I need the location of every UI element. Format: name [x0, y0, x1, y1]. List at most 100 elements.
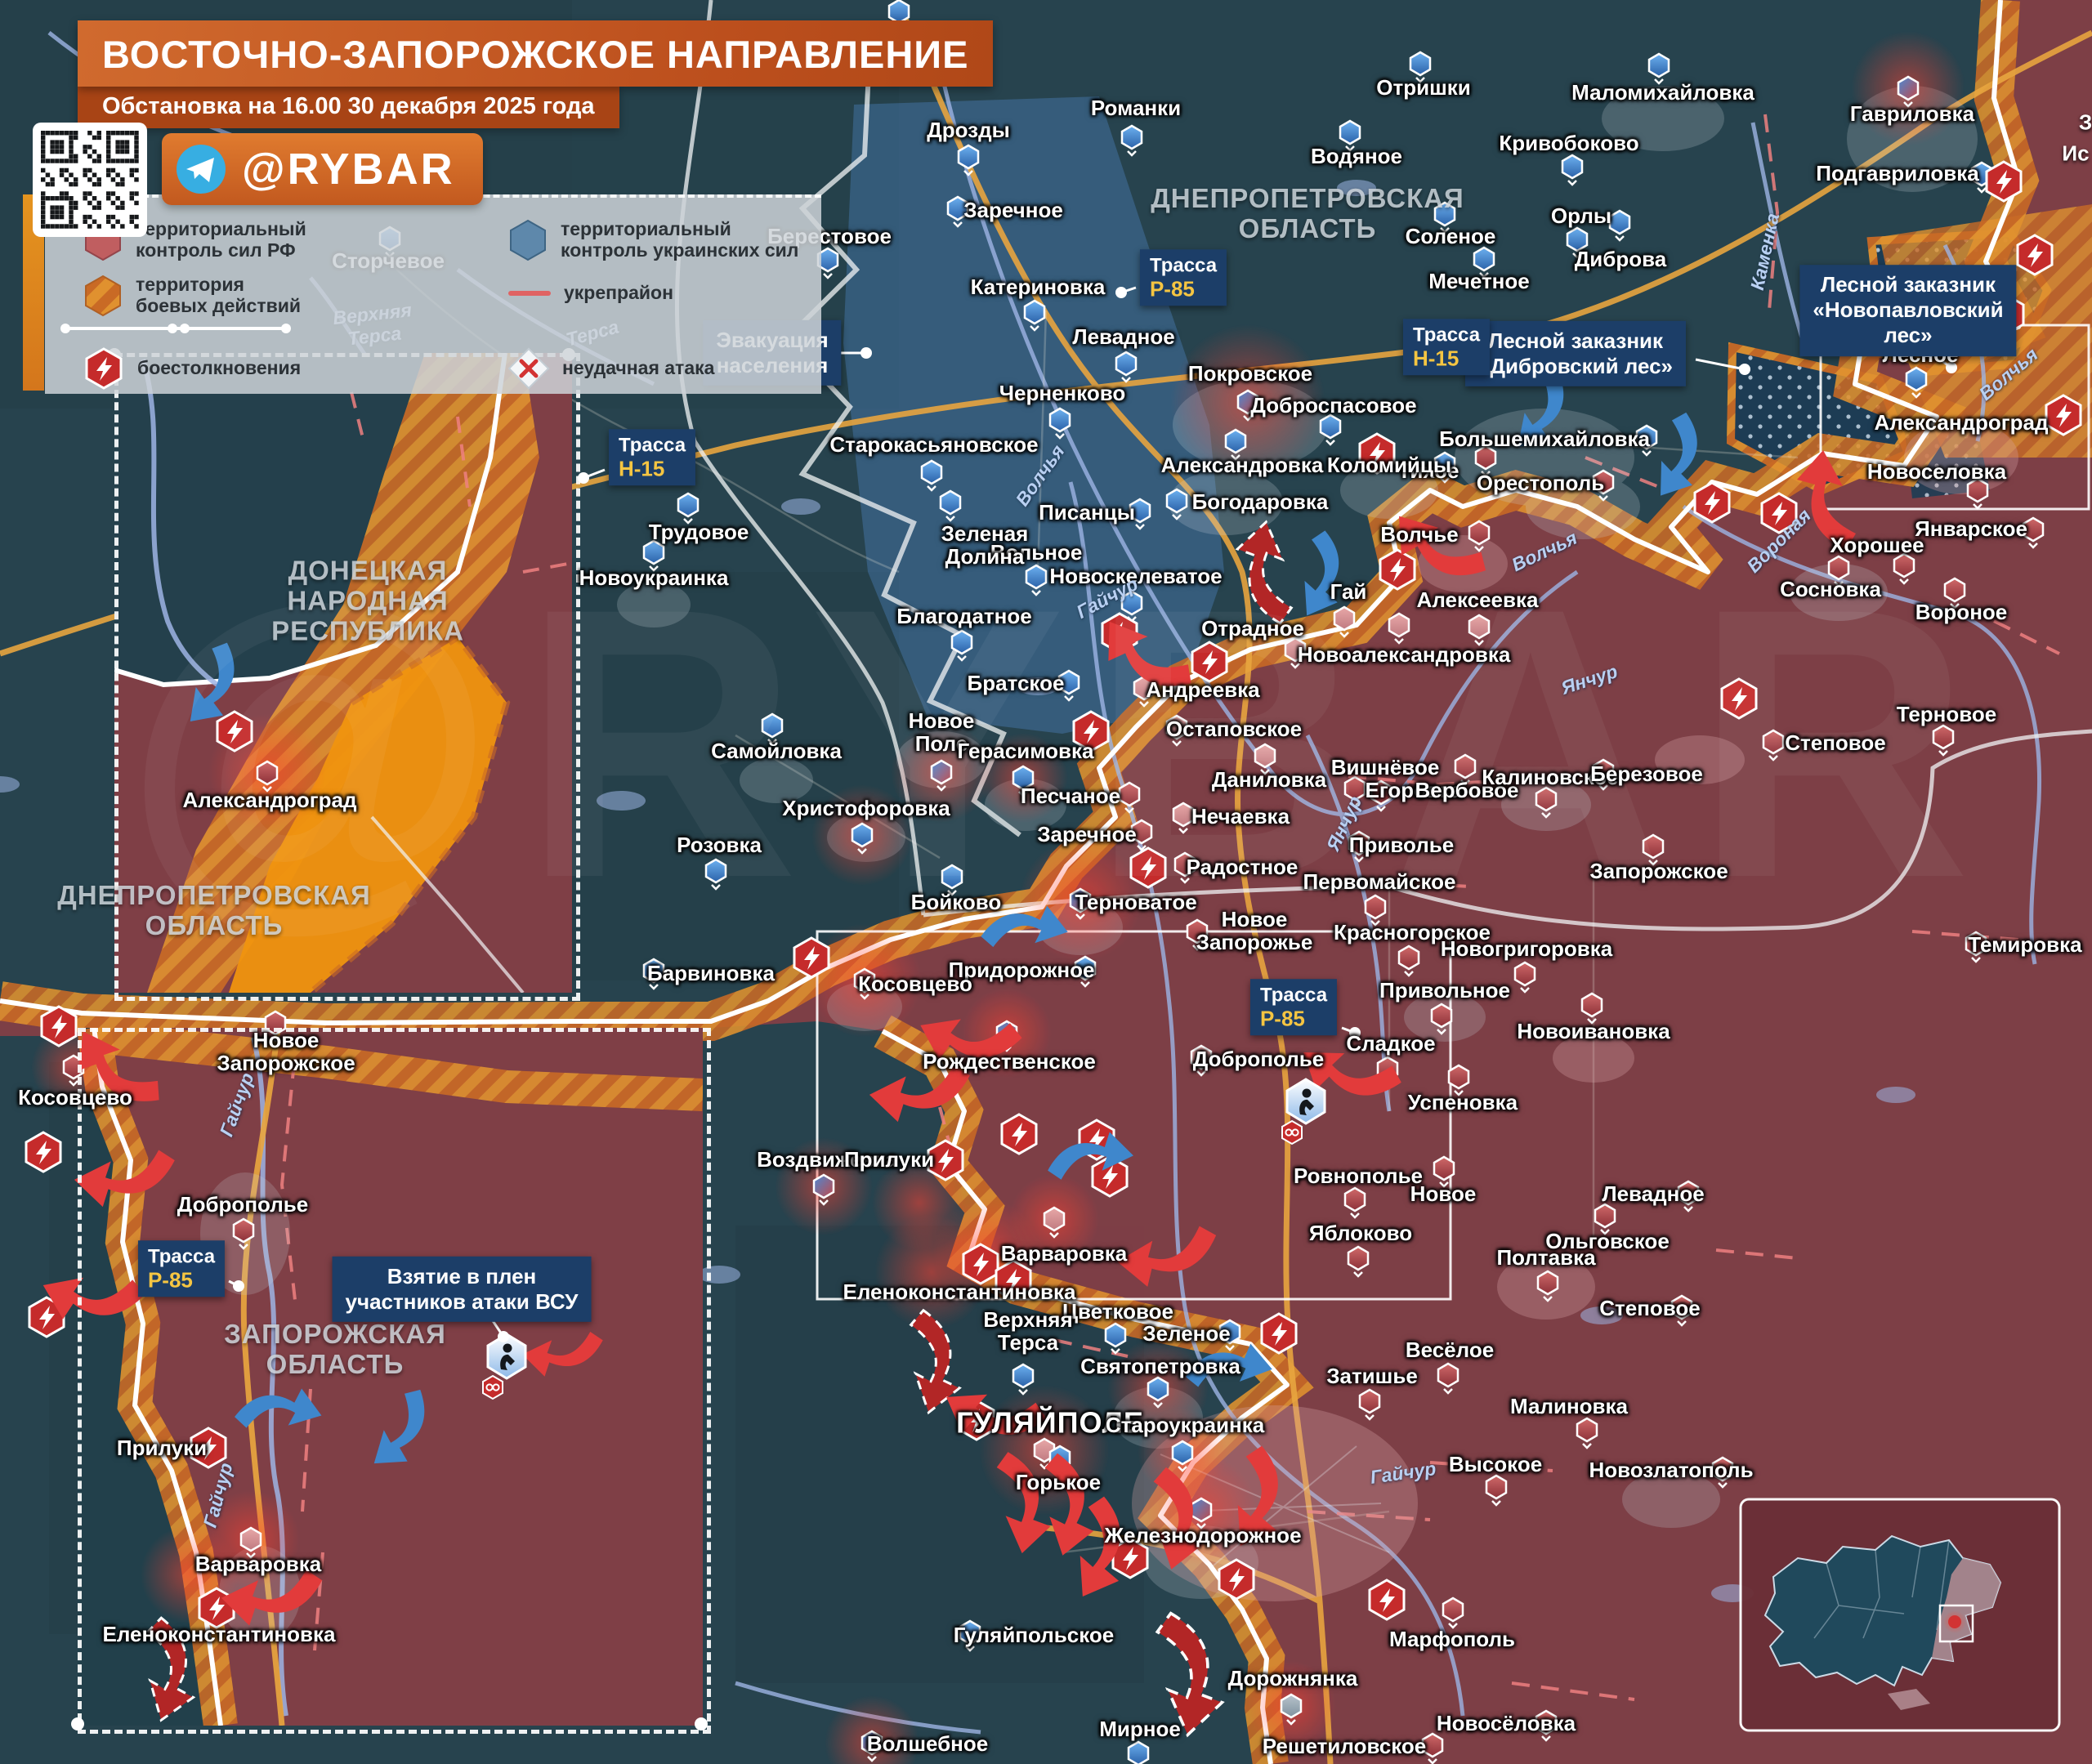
settlement-label: Запорожское	[1589, 860, 1728, 883]
settlement-label: Варваровка	[195, 1553, 321, 1576]
settlement-label: Яблоково	[1309, 1222, 1412, 1245]
settlement-label: Темировка	[1968, 934, 2081, 957]
settlement-label: Новоселовка	[1867, 461, 2006, 484]
settlement-label: Косовцево	[858, 973, 972, 996]
settlement-label: Трудовое	[649, 521, 749, 544]
settlement-label: Отрадное	[1201, 618, 1304, 641]
road-badge: ТрассаР-85	[1140, 249, 1227, 306]
settlement-label: Даниловка	[1212, 769, 1326, 792]
red-line-icon	[507, 288, 552, 299]
settlement-label: Варваровка	[1001, 1243, 1127, 1266]
settlement-label: Зеленая Долина	[941, 523, 1029, 569]
settlement-label: Сладкое	[1346, 1033, 1435, 1056]
settlement-label: Январское	[1915, 518, 2027, 541]
settlement-label: Герасимовка	[958, 740, 1094, 763]
settlement-label: Водяное	[1311, 145, 1402, 168]
settlement-label: Малиновка	[1510, 1396, 1628, 1418]
settlement-label: Богодаровка	[1192, 491, 1329, 514]
qr-code	[33, 123, 147, 237]
road-badge-word: Трасса	[1413, 324, 1480, 346]
region-label: ДНЕПРОПЕТРОВСКАЯ ОБЛАСТЬ	[57, 881, 371, 941]
legend-label: территориальный контроль сил РФ	[136, 219, 306, 261]
settlement-label: Цветковое	[1062, 1301, 1173, 1324]
clipped-label-fragment: Ис	[2062, 141, 2089, 167]
road-badge-word: Трасса	[619, 434, 686, 457]
clipped-label-fragment: З	[2079, 110, 2092, 136]
settlement-label: Новоивановка	[1517, 1020, 1670, 1043]
river-label: Волчья	[1509, 527, 1580, 576]
settlement-label: Успеновка	[1408, 1092, 1518, 1114]
settlement-label: Прилуки	[844, 1149, 934, 1172]
settlement-label: Катериновка	[971, 276, 1106, 299]
settlement-label: Терноватое	[1075, 891, 1196, 914]
settlement-label: Доброполье	[1193, 1048, 1324, 1071]
settlement-label: Братское	[968, 672, 1065, 695]
river-label: Гайчур	[215, 1070, 258, 1139]
settlement-label: Хорошее	[1830, 534, 1924, 557]
hex-hatch-icon	[82, 273, 124, 319]
settlement-label: Мирное	[1099, 1718, 1181, 1741]
settlement-label: Дорожнянка	[1228, 1668, 1358, 1690]
map-title: ВОСТОЧНО-ЗАПОРОЖСКОЕ НАПРАВЛЕНИЕ	[78, 20, 993, 87]
road-badge-word: Трасса	[148, 1245, 215, 1268]
map-stage: @RYBAR ГригоровкаРоманкиДроздыЗаречноеБе…	[0, 0, 2092, 1764]
settlement-label: Заречное	[963, 199, 1063, 222]
settlement-label: Марфополь	[1389, 1628, 1515, 1651]
settlement-label: Черненково	[999, 382, 1126, 405]
settlement-label: Орлы	[1551, 205, 1611, 228]
settlement-label: Новоукраинка	[579, 567, 729, 590]
settlement-label: Степовое	[1599, 1297, 1701, 1320]
settlement-label: Андреевка	[1146, 679, 1259, 702]
settlement-label: Волшебное	[867, 1733, 988, 1756]
river-label: Каменка	[1746, 212, 1784, 293]
settlement-label: Орестополь	[1477, 472, 1604, 495]
legend-label: территориальный контроль украинских сил	[561, 219, 798, 261]
settlement-label: Степовое	[1785, 732, 1886, 755]
settlement-label: Маломихайловка	[1571, 82, 1755, 105]
settlement-label: Заречное	[1037, 824, 1137, 846]
road-badge-number: Н-15	[1413, 346, 1480, 371]
settlement-label: Подгавриловка	[1816, 163, 1978, 185]
map-callout: Взятие в плен участников атаки ВСУ	[333, 1257, 592, 1322]
settlement-label: Верхняя Терса	[983, 1309, 1072, 1355]
settlement-label: Высокое	[1449, 1454, 1542, 1476]
settlement-label: Барвиновка	[647, 962, 775, 985]
road-badge-word: Трасса	[1150, 254, 1217, 277]
settlement-label: Кривобоково	[1499, 132, 1638, 155]
region-label: ДОНЕЦКАЯ НАРОДНАЯ РЕСПУБЛИКА	[271, 556, 464, 647]
legend-label: укрепрайон	[564, 283, 673, 304]
settlement-label: Нечаевка	[1191, 806, 1290, 828]
scale-bar	[65, 327, 286, 330]
settlement-label: Александровка	[1161, 454, 1324, 477]
settlement-label: Горькое	[1016, 1471, 1101, 1494]
region-label: ЗАПОРОЖСКАЯ ОБЛАСТЬ	[224, 1320, 446, 1380]
settlement-label: Левадное	[1602, 1183, 1704, 1206]
river-label: Гайчур	[199, 1460, 237, 1530]
road-badge: ТрассаР-85	[1250, 979, 1337, 1035]
legend-label: неудачная атака	[562, 358, 714, 379]
settlement-label: Старокасьяновское	[829, 434, 1038, 457]
settlement-label: Остаповское	[1166, 718, 1302, 741]
road-badge-number: Р-85	[1260, 1007, 1327, 1031]
settlement-label: Вишнёвое	[1331, 757, 1440, 779]
settlement-label: Гавриловка	[1850, 103, 1974, 126]
settlement-label: Новое Запорожье	[1196, 909, 1313, 954]
river-label: Вороная	[1742, 504, 1815, 577]
settlement-label: Привольное	[1379, 980, 1510, 1003]
settlement-label: Железнодорожное	[1104, 1525, 1301, 1547]
settlement-label: Вороное	[1915, 601, 2007, 624]
settlement-label: Покровское	[1188, 363, 1312, 386]
telegram-icon	[175, 143, 227, 195]
settlement-label: Прилуки	[117, 1437, 207, 1460]
settlement-label: Сосновка	[1780, 578, 1881, 601]
settlement-label: Рождественское	[923, 1051, 1096, 1074]
settlement-label: Благодатное	[896, 605, 1031, 628]
settlement-label: Александроград	[183, 789, 357, 812]
rybar-handle: @RYBAR	[242, 144, 455, 194]
settlement-label: Большемихайловка	[1439, 428, 1650, 451]
legend: территориальный контроль сил РФ территор…	[45, 194, 821, 394]
legend-label: боестолкновения	[137, 358, 301, 379]
lightning-icon	[82, 345, 126, 392]
settlement-label: Доброполье	[177, 1194, 308, 1217]
region-label: ДНЕПРОПЕТРОВСКАЯ ОБЛАСТЬ	[1151, 184, 1464, 244]
